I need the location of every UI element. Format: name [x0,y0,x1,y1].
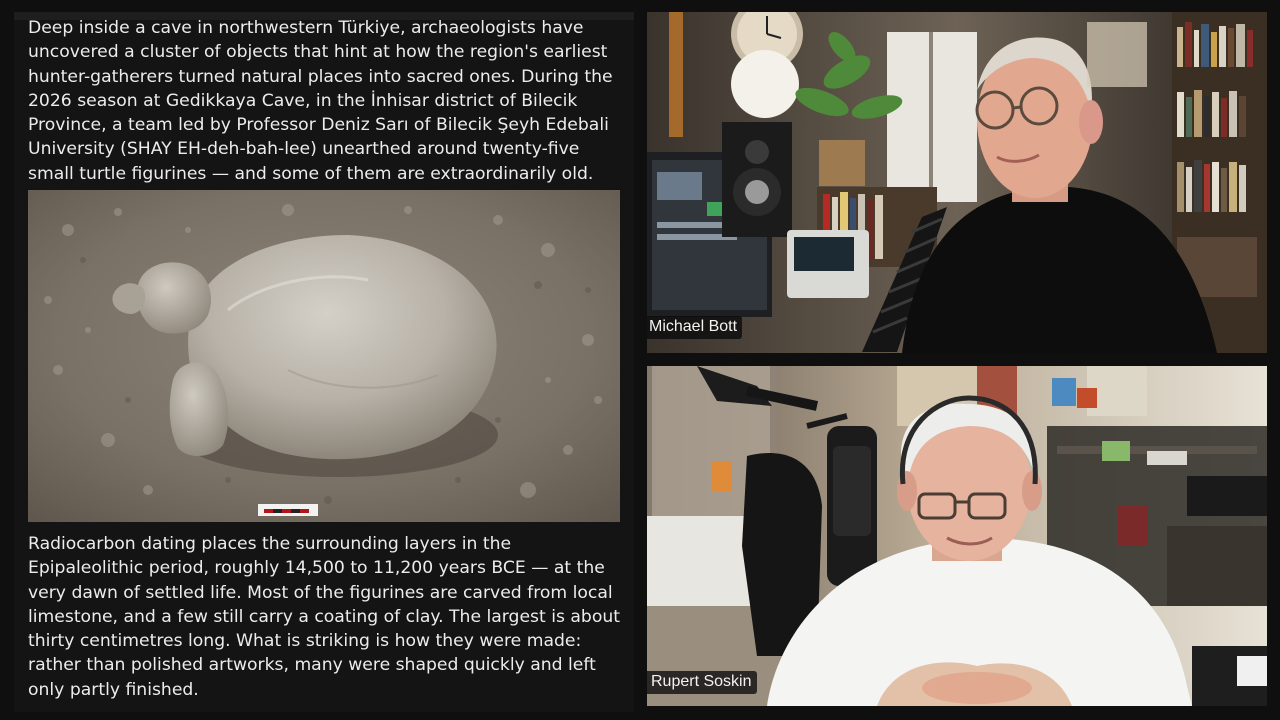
participant-video-feed [647,12,1267,353]
participant-video-tile-top[interactable]: Michael Bott [647,12,1267,353]
participant-name-label: Michael Bott [647,316,743,339]
turtle-figurine-photo [28,190,620,522]
participant-video-feed [647,366,1267,706]
participant-video-tile-bottom[interactable]: Rupert Soskin [647,366,1267,706]
article-paragraph-dating: Radiocarbon dating places the surroundin… [28,534,620,700]
video-call-layout: Deep inside a cave in northwestern Türki… [0,0,1280,720]
article-paragraph-intro: Deep inside a cave in northwestern Türki… [28,18,613,184]
shared-article-panel: Deep inside a cave in northwestern Türki… [14,12,634,712]
participant-name-label: Rupert Soskin [647,671,757,694]
